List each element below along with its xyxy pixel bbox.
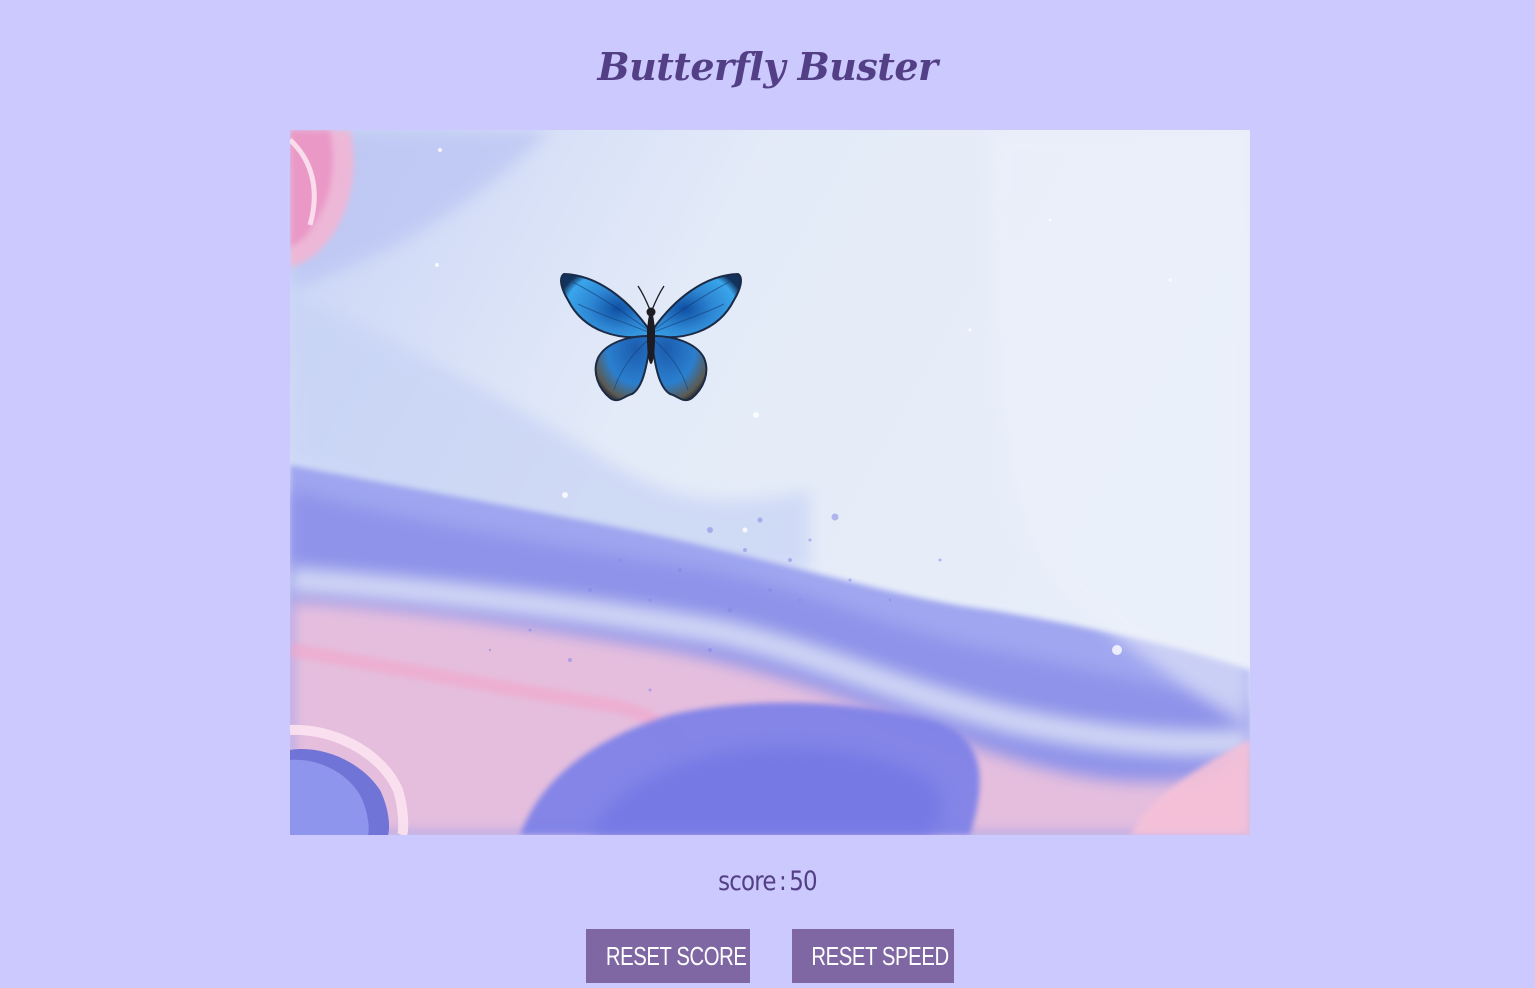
game-board[interactable] bbox=[290, 130, 1250, 835]
marble-background bbox=[290, 130, 1250, 835]
butterfly-icon[interactable] bbox=[558, 270, 744, 406]
score-label: score bbox=[718, 866, 776, 897]
reset-speed-label: RESET SPEED bbox=[811, 941, 949, 971]
score-value: 50 bbox=[789, 866, 817, 897]
game-title: Butterfly Buster bbox=[597, 44, 938, 89]
score-separator: : bbox=[779, 866, 787, 897]
reset-score-label: RESET SCORE bbox=[605, 941, 747, 971]
reset-score-button[interactable]: RESET SCORE bbox=[586, 929, 750, 983]
score-display: score:50 bbox=[115, 866, 1420, 897]
reset-speed-button[interactable]: RESET SPEED bbox=[792, 929, 954, 983]
